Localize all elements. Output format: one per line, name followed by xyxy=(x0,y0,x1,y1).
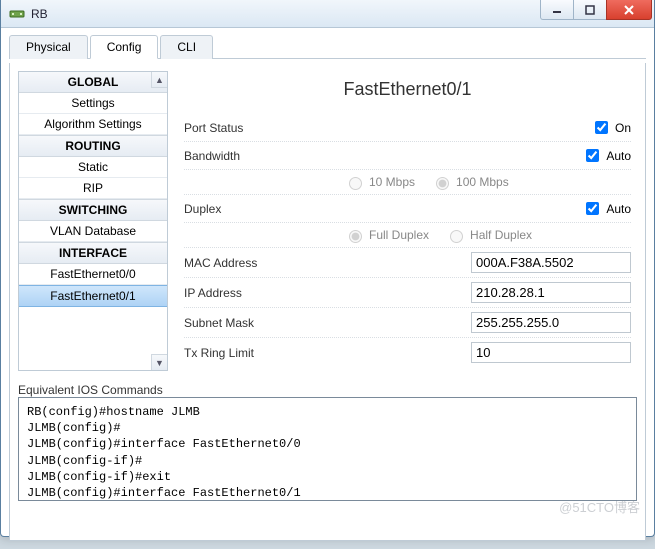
mask-field[interactable] xyxy=(471,312,631,333)
sidebar-item-algorithm-settings[interactable]: Algorithm Settings xyxy=(19,114,167,135)
ip-field[interactable] xyxy=(471,282,631,303)
tab-physical[interactable]: Physical xyxy=(9,35,88,59)
minimize-button[interactable] xyxy=(540,0,574,20)
tab-bar: Physical Config CLI xyxy=(9,34,646,59)
bandwidth-label: Bandwidth xyxy=(184,149,344,163)
interface-title: FastEthernet0/1 xyxy=(184,79,631,100)
window: RB Physical Config CLI ▲ GLOBAL Settings… xyxy=(0,0,655,537)
content: FastEthernet0/1 Port Status On Bandwidth… xyxy=(178,71,637,371)
sidebar-item-vlan-database[interactable]: VLAN Database xyxy=(19,221,167,242)
bandwidth-auto-label: Auto xyxy=(606,149,631,163)
tab-cli[interactable]: CLI xyxy=(160,35,213,59)
duplex-label: Duplex xyxy=(184,202,344,216)
sidebar-header-switching: SWITCHING xyxy=(19,199,167,221)
row-bandwidth: Bandwidth Auto xyxy=(184,142,631,170)
sidebar-item-fe00[interactable]: FastEthernet0/0 xyxy=(19,264,167,285)
bw-opt-10[interactable]: 10 Mbps xyxy=(344,174,415,190)
ios-output[interactable]: RB(config)#hostname JLMB JLMB(config)# J… xyxy=(18,397,637,501)
sidebar-item-static[interactable]: Static xyxy=(19,157,167,178)
row-mask: Subnet Mask xyxy=(184,308,631,338)
sidebar-header-routing: ROUTING xyxy=(19,135,167,157)
scroll-up-icon[interactable]: ▲ xyxy=(151,72,167,88)
sidebar-header-global: GLOBAL xyxy=(19,72,167,93)
maximize-button[interactable] xyxy=(573,0,607,20)
tab-config[interactable]: Config xyxy=(90,35,159,59)
sidebar-item-settings[interactable]: Settings xyxy=(19,93,167,114)
duplex-auto-label: Auto xyxy=(606,202,631,216)
row-bandwidth-options: 10 Mbps 100 Mbps xyxy=(184,170,631,195)
dp-opt-full[interactable]: Full Duplex xyxy=(344,227,429,243)
port-status-checkbox[interactable] xyxy=(595,121,608,134)
close-button[interactable] xyxy=(606,0,652,20)
row-mac: MAC Address xyxy=(184,248,631,278)
row-port-status: Port Status On xyxy=(184,114,631,142)
ios-header: Equivalent IOS Commands xyxy=(18,383,637,397)
window-buttons xyxy=(541,0,652,20)
row-ip: IP Address xyxy=(184,278,631,308)
main-row: ▲ GLOBAL Settings Algorithm Settings ROU… xyxy=(18,71,637,371)
row-duplex-options: Full Duplex Half Duplex xyxy=(184,223,631,248)
txring-label: Tx Ring Limit xyxy=(184,346,344,360)
on-label: On xyxy=(615,121,631,135)
scroll-down-icon[interactable]: ▼ xyxy=(151,354,167,370)
dp-opt-half[interactable]: Half Duplex xyxy=(445,227,532,243)
config-panel: ▲ GLOBAL Settings Algorithm Settings ROU… xyxy=(9,63,646,541)
duplex-auto-checkbox[interactable] xyxy=(586,202,599,215)
bandwidth-auto-checkbox[interactable] xyxy=(586,149,599,162)
row-txring: Tx Ring Limit xyxy=(184,338,631,367)
row-duplex: Duplex Auto xyxy=(184,195,631,223)
sidebar-item-rip[interactable]: RIP xyxy=(19,178,167,199)
port-status-label: Port Status xyxy=(184,121,344,135)
ip-label: IP Address xyxy=(184,286,344,300)
sidebar-header-interface: INTERFACE xyxy=(19,242,167,264)
mac-field[interactable] xyxy=(471,252,631,273)
window-title: RB xyxy=(31,7,48,21)
sidebar-item-fe01[interactable]: FastEthernet0/1 xyxy=(19,285,167,307)
client-area: Physical Config CLI ▲ GLOBAL Settings Al… xyxy=(1,28,654,549)
bw-opt-100[interactable]: 100 Mbps xyxy=(431,174,509,190)
txring-field[interactable] xyxy=(471,342,631,363)
titlebar: RB xyxy=(1,0,654,28)
mac-label: MAC Address xyxy=(184,256,344,270)
sidebar: ▲ GLOBAL Settings Algorithm Settings ROU… xyxy=(18,71,168,371)
app-icon xyxy=(9,6,25,22)
mask-label: Subnet Mask xyxy=(184,316,344,330)
